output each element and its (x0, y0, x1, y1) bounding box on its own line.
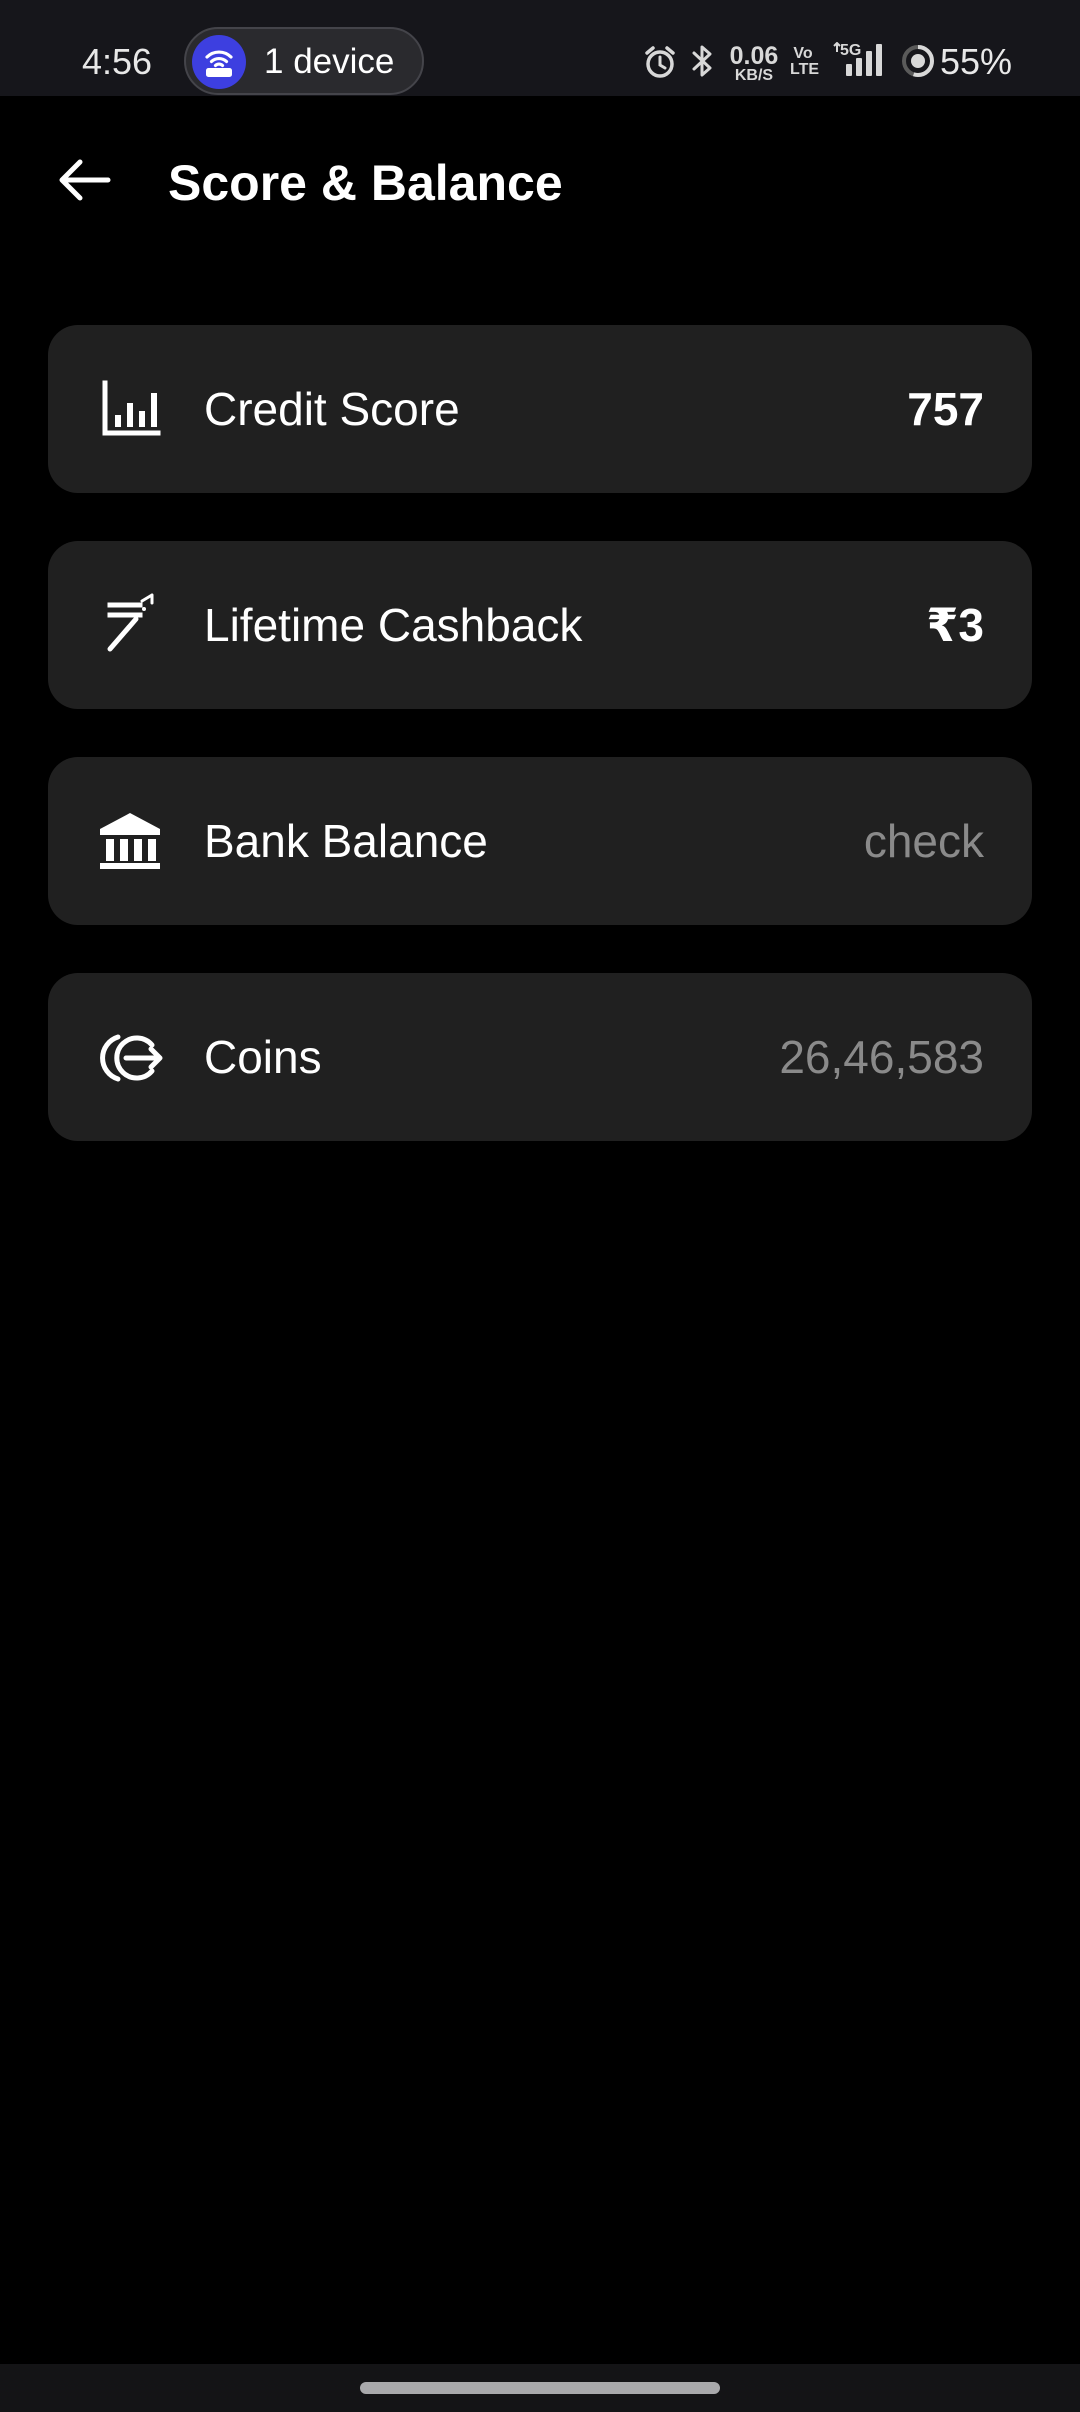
coins-icon (96, 1023, 164, 1091)
volte-top: Vo (793, 45, 813, 62)
lifetime-cashback-label: Lifetime Cashback (204, 599, 583, 651)
credit-score-card[interactable]: Credit Score 757 (48, 325, 1032, 493)
bluetooth-icon (692, 45, 712, 77)
network-speed-unit: KB/S (734, 67, 774, 84)
rupee-cashback-icon (96, 591, 164, 659)
battery-percent: 55% (940, 41, 1013, 82)
network-speed-value: 0.06 (729, 42, 779, 70)
credit-score-label: Credit Score (204, 383, 460, 435)
credit-score-value: 757 (907, 383, 984, 435)
volte-bottom: LTE (790, 61, 820, 78)
lifetime-cashback-card[interactable]: Lifetime Cashback ₹3 (48, 541, 1032, 709)
bank-balance-card[interactable]: Bank Balance check (48, 757, 1032, 925)
alarm-icon (645, 46, 675, 78)
page-title: Score & Balance (168, 155, 563, 211)
bar-chart-icon (96, 375, 164, 443)
volte-indicator: Vo LTE (790, 45, 820, 78)
bank-balance-check-link[interactable]: check (864, 757, 984, 925)
home-indicator[interactable] (360, 2382, 720, 2394)
arrow-left-icon (59, 159, 111, 201)
status-bar: 4:56 1 device 0.06 KB/S Vo LTE 5G 55% (0, 0, 1080, 96)
back-button[interactable] (44, 140, 124, 220)
status-time: 4:56 (82, 41, 153, 82)
bank-balance-label: Bank Balance (204, 815, 488, 867)
coins-card[interactable]: Coins 26,46,583 (48, 973, 1032, 1141)
network-speed: 0.06 KB/S (726, 44, 782, 84)
signal-icon (833, 42, 882, 76)
battery-icon (902, 45, 934, 77)
navigation-bar (0, 2364, 1080, 2412)
hotspot-device-count: 1 device (264, 42, 395, 81)
lifetime-cashback-value: ₹3 (926, 599, 984, 651)
bank-icon (96, 807, 164, 875)
coins-value: 26,46,583 (779, 1031, 984, 1083)
hotspot-device-pill[interactable]: 1 device (184, 27, 424, 95)
coins-label: Coins (204, 1031, 322, 1083)
hotspot-icon (192, 35, 246, 89)
